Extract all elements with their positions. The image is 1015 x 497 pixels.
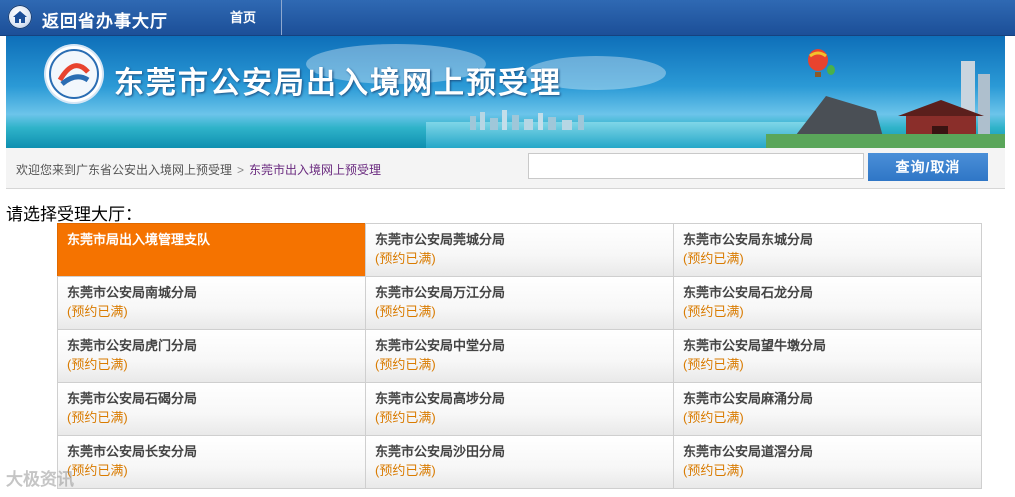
breadcrumb-bar: 欢迎您来到广东省公安出入境网上预受理 > 东莞市出入境网上预受理 查询/取消: [6, 148, 1005, 189]
hall-name: 东莞市局出入境管理支队: [67, 232, 211, 247]
hall-grid: 东莞市局出入境管理支队 东莞市公安局莞城分局 (预约已满) 东莞市公安局东城分局 (预约…: [57, 223, 982, 489]
hall-card[interactable]: 东莞市公安局莞城分局 (预约已满): [365, 223, 674, 277]
hall-name: 东莞市公安局沙田分局: [375, 444, 506, 459]
breadcrumb-root-link[interactable]: 欢迎您来到广东省公安出入境网上预受理: [16, 163, 232, 177]
hall-card[interactable]: 东莞市公安局沙田分局 (预约已满): [365, 435, 674, 489]
hall-card[interactable]: 东莞市公安局石碣分局 (预约已满): [57, 382, 366, 436]
hall-status: (预约已满): [683, 304, 744, 319]
query-cancel-button[interactable]: 查询/取消: [868, 153, 988, 181]
page-edge: [1005, 36, 1015, 497]
hall-status: (预约已满): [375, 410, 436, 425]
hall-name: 东莞市公安局中堂分局: [375, 338, 506, 353]
nav-home-link[interactable]: 首页: [205, 0, 282, 35]
police-emblem-logo: [46, 46, 102, 102]
skyline-graphic: [470, 110, 584, 130]
hall-card[interactable]: 东莞市公安局望牛墩分局 (预约已满): [673, 329, 982, 383]
hall-card[interactable]: 东莞市公安局麻涌分局 (预约已满): [673, 382, 982, 436]
hall-card[interactable]: 东莞市公安局万江分局 (预约已满): [365, 276, 674, 330]
hall-name: 东莞市公安局道滘分局: [683, 444, 814, 459]
hall-name: 东莞市公安局莞城分局: [375, 232, 506, 247]
hall-card[interactable]: 东莞市局出入境管理支队: [57, 223, 366, 277]
hall-status: (预约已满): [375, 463, 436, 478]
hall-status: (预约已满): [67, 357, 128, 372]
hall-name: 东莞市公安局高埗分局: [375, 391, 506, 406]
hall-name: 东莞市公安局石碣分局: [67, 391, 198, 406]
hall-status: (预约已满): [683, 251, 744, 266]
banner: 东莞市公安局出入境网上预受理: [6, 36, 1005, 148]
hall-name: 东莞市公安局麻涌分局: [683, 391, 814, 406]
home-icon[interactable]: [8, 5, 32, 29]
hall-status: (预约已满): [375, 357, 436, 372]
watermark-text: 大极资讯: [6, 470, 74, 489]
breadcrumb-separator: >: [237, 163, 245, 177]
hall-card[interactable]: 东莞市公安局东城分局 (预约已满): [673, 223, 982, 277]
hall-status: (预约已满): [67, 304, 128, 319]
hall-status: (预约已满): [683, 463, 744, 478]
hall-status: (预约已满): [375, 304, 436, 319]
hall-card[interactable]: 东莞市公安局南城分局 (预约已满): [57, 276, 366, 330]
hall-name: 东莞市公安局长安分局: [67, 444, 198, 459]
hall-status: (预约已满): [683, 357, 744, 372]
hall-card[interactable]: 东莞市公安局石龙分局 (预约已满): [673, 276, 982, 330]
hall-status: (预约已满): [683, 410, 744, 425]
hall-name: 东莞市公安局万江分局: [375, 285, 506, 300]
city-buildings-graphic: [766, 61, 1005, 148]
hall-card[interactable]: 东莞市公安局中堂分局 (预约已满): [365, 329, 674, 383]
hall-card[interactable]: 东莞市公安局高埗分局 (预约已满): [365, 382, 674, 436]
hall-name: 东莞市公安局石龙分局: [683, 285, 814, 300]
hall-name: 东莞市公安局虎门分局: [67, 338, 198, 353]
hall-status: (预约已满): [67, 410, 128, 425]
hall-name: 东莞市公安局南城分局: [67, 285, 198, 300]
hall-status: (预约已满): [67, 463, 128, 478]
banner-title: 东莞市公安局出入境网上预受理: [114, 67, 562, 100]
hall-card[interactable]: 东莞市公安局长安分局 (预约已满): [57, 435, 366, 489]
hall-card[interactable]: 东莞市公安局道滘分局 (预约已满): [673, 435, 982, 489]
breadcrumb: 欢迎您来到广东省公安出入境网上预受理 > 东莞市出入境网上预受理: [16, 161, 381, 178]
breadcrumb-current[interactable]: 东莞市出入境网上预受理: [249, 163, 381, 177]
hall-status: (预约已满): [375, 251, 436, 266]
hall-name: 东莞市公安局东城分局: [683, 232, 814, 247]
section-title: 请选择受理大厅：: [6, 205, 142, 224]
back-to-hall-link[interactable]: 返回省办事大厅: [42, 7, 168, 32]
hall-card[interactable]: 东莞市公安局虎门分局 (预约已满): [57, 329, 366, 383]
hall-name: 东莞市公安局望牛墩分局: [683, 338, 827, 353]
search-input[interactable]: [528, 153, 864, 179]
top-nav-bar: 返回省办事大厅 首页: [0, 0, 1015, 36]
